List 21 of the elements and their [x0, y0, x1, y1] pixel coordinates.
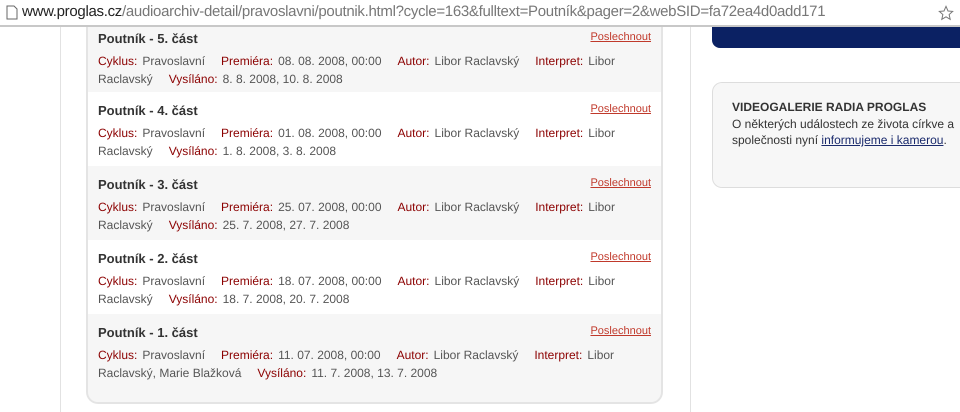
- gallery-text: O některých událostech ze života církve a společnosti nyní informujeme i kamerou.: [732, 116, 956, 148]
- listen-link[interactable]: Poslechnout: [590, 323, 651, 340]
- listen-link[interactable]: Poslechnout: [590, 175, 651, 192]
- episode-details: Cyklus: Pravoslavní Premiéra: 11. 07. 2008, 00:00 Autor: Libor Raclavský Interpret: Libor Raclavský, Marie Blažková Vysíláno: 11. 7. 2008, 13. 7. 2008: [98, 346, 616, 382]
- camera-link[interactable]: informujeme i kamerou: [821, 133, 944, 147]
- episode-details: Cyklus: Pravoslavní Premiéra: 25. 07. 2008, 00:00 Autor: Libor Raclavský Interpret: Libor Raclavský Vysíláno: 25. 7. 2008, 27. 7. 2008: [98, 198, 616, 234]
- episode-details: Cyklus: Pravoslavní Premiéra: 08. 08. 2008, 00:00 Autor: Libor Raclavský Interpret: Libor Raclavský Vysíláno: 8. 8. 2008, 10. 8. 2008: [98, 52, 616, 88]
- url-text: www.proglas.cz/audioarchiv-detail/pravoslavni/poutnik.html?cycle=163&fulltext=Poutník&pager=2&webSID=fa72ea4d0add171: [22, 2, 826, 22]
- listen-link[interactable]: Poslechnout: [590, 101, 651, 118]
- episode-title: Poutník - 2. část: [98, 250, 198, 268]
- episode-details: Cyklus: Pravoslavní Premiéra: 01. 08. 2008, 00:00 Autor: Libor Raclavský Interpret: Libor Raclavský Vysíláno: 1. 8. 2008, 3. 8. 2008: [98, 124, 616, 160]
- star-icon[interactable]: [938, 4, 954, 20]
- listen-link[interactable]: Poslechnout: [590, 29, 651, 46]
- listen-link[interactable]: Poslechnout: [590, 249, 651, 266]
- page-icon: [6, 5, 18, 20]
- episode-title: Poutník - 1. část: [98, 324, 198, 342]
- episode-details: Cyklus: Pravoslavní Premiéra: 18. 07. 2008, 00:00 Autor: Libor Raclavský Interpret: Libor Raclavský Vysíláno: 18. 7. 2008, 20. 7. 2008: [98, 272, 616, 308]
- gallery-heading: VIDEOGALERIE RADIA PROGLAS: [732, 99, 928, 116]
- episode-title: Poutník - 5. část: [98, 30, 198, 48]
- episode-title: Poutník - 3. část: [98, 176, 198, 194]
- episode-title: Poutník - 4. část: [98, 102, 198, 120]
